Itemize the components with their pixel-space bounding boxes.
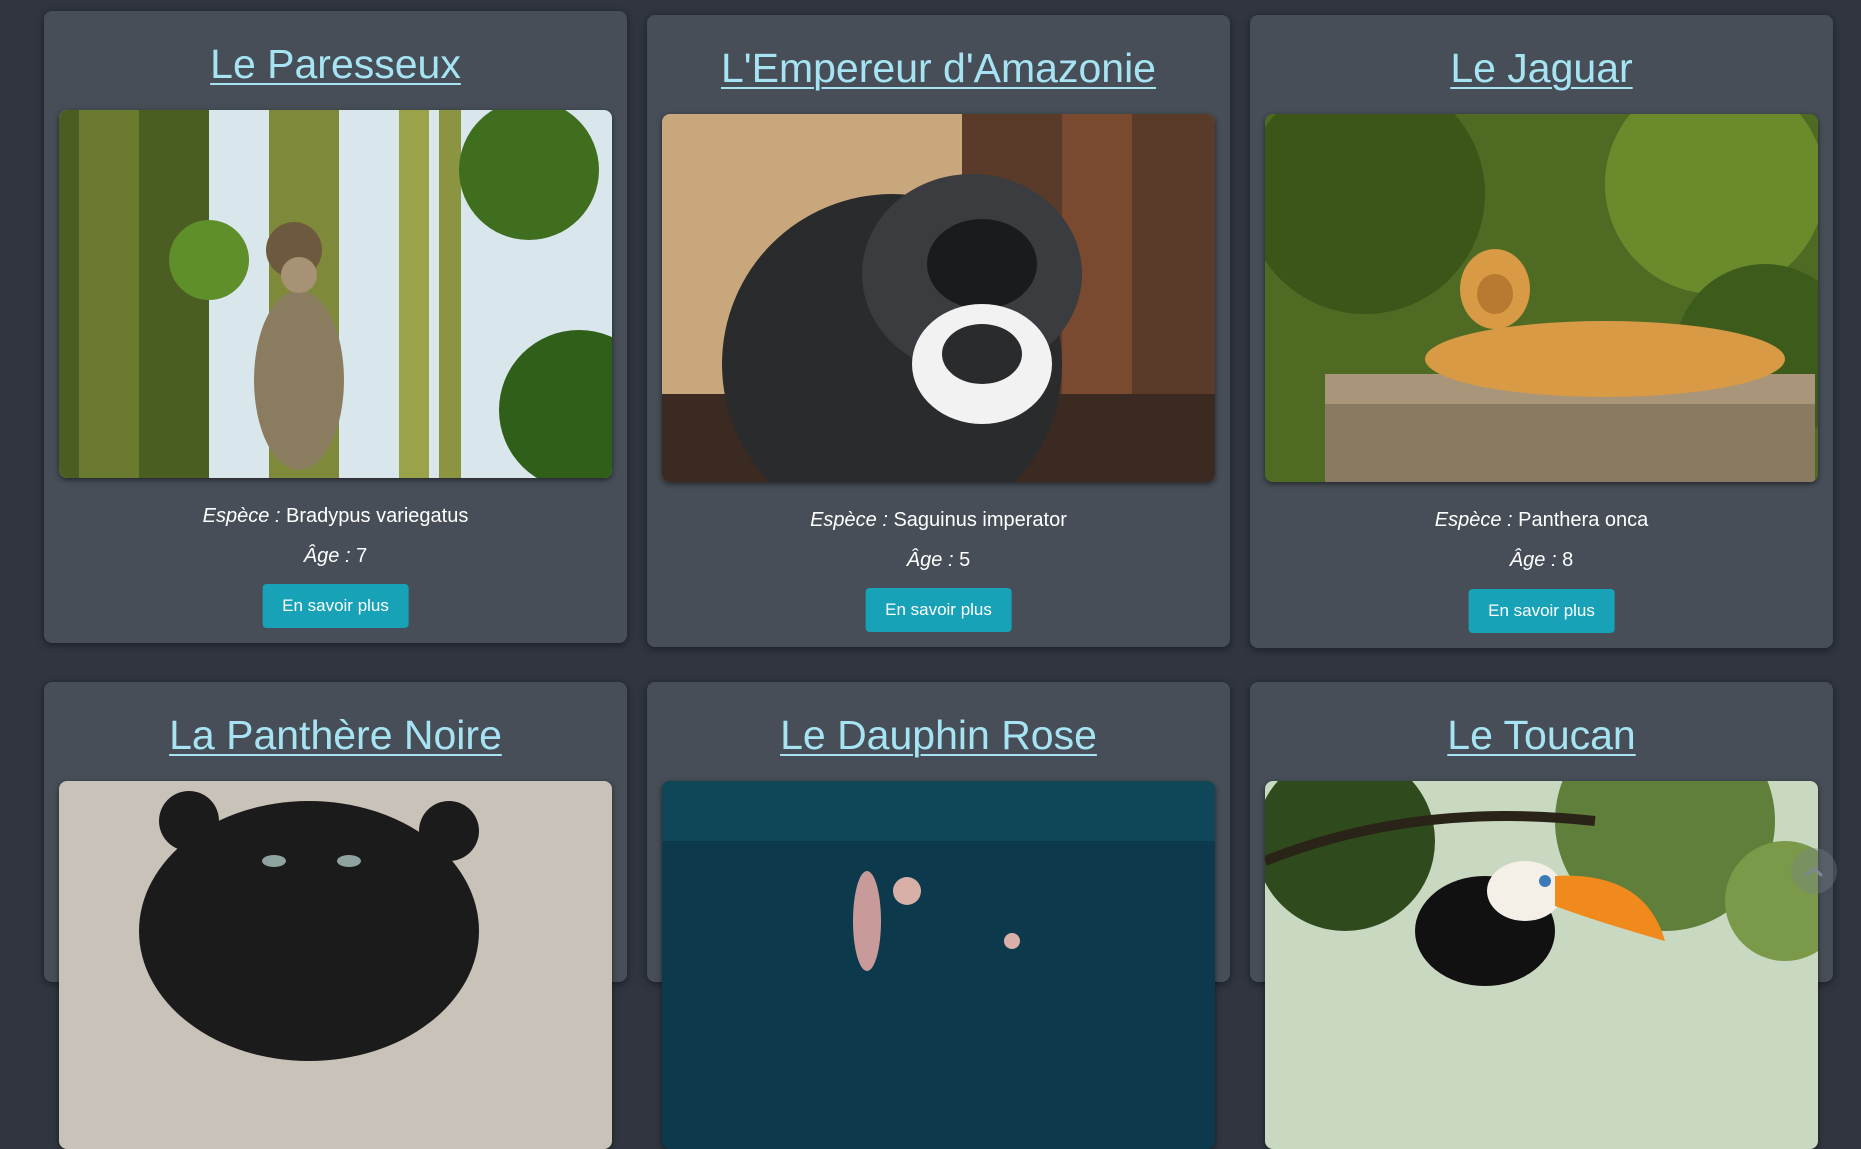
species-label: Espèce : xyxy=(810,509,888,531)
animal-card-jaguar: Le Jaguar Espèce : Panthera onca Âge : 8… xyxy=(1250,15,1833,648)
more-info-button[interactable]: En savoir plus xyxy=(865,588,1012,632)
species-line: Espèce : Bradypus variegatus xyxy=(44,505,627,528)
animal-card-toucan: Le Toucan xyxy=(1250,682,1833,1149)
age-label: Âge : xyxy=(1509,549,1557,571)
card-title-link[interactable]: Le Dauphin Rose xyxy=(780,712,1097,758)
card-title-link[interactable]: Le Jaguar xyxy=(1450,45,1632,91)
age-line: Âge : 8 xyxy=(1250,549,1833,572)
dolphin-photo xyxy=(662,781,1215,1149)
species-label: Espèce : xyxy=(202,505,281,527)
card-title: La Panthère Noire xyxy=(44,715,627,756)
age-line: Âge : 5 xyxy=(647,549,1230,572)
scroll-to-top-button[interactable] xyxy=(1791,848,1837,894)
age-label: Âge : xyxy=(906,549,954,571)
card-title-link[interactable]: Le Toucan xyxy=(1447,712,1635,758)
chevron-up-icon xyxy=(1805,866,1823,877)
card-title-link[interactable]: L'Empereur d'Amazonie xyxy=(721,45,1156,91)
species-value: Saguinus imperator xyxy=(893,509,1067,531)
jaguar-photo xyxy=(1265,114,1818,482)
more-info-button[interactable]: En savoir plus xyxy=(1468,589,1615,633)
card-title: Le Toucan xyxy=(1250,715,1833,756)
animal-card-empereur: L'Empereur d'Amazonie Espèce : Saguinus … xyxy=(647,15,1230,647)
age-label: Âge : xyxy=(303,545,351,567)
card-title-link[interactable]: Le Paresseux xyxy=(210,41,461,87)
card-title: L'Empereur d'Amazonie xyxy=(647,48,1230,89)
card-title-link[interactable]: La Panthère Noire xyxy=(169,712,502,758)
tamarin-photo xyxy=(662,114,1215,482)
animal-card-paresseux: Le Paresseux Espèce : Bradypus variegatu… xyxy=(44,11,627,643)
age-value: 8 xyxy=(1562,549,1574,571)
age-value: 5 xyxy=(959,549,971,571)
card-title: Le Dauphin Rose xyxy=(647,715,1230,756)
more-info-button[interactable]: En savoir plus xyxy=(262,584,409,628)
black-panther-photo xyxy=(59,781,612,1149)
age-value: 7 xyxy=(356,545,368,567)
toucan-photo xyxy=(1265,781,1818,1149)
species-line: Espèce : Panthera onca xyxy=(1250,509,1833,532)
card-title: Le Paresseux xyxy=(44,44,627,85)
species-value: Panthera onca xyxy=(1518,509,1649,531)
animal-card-panthere: La Panthère Noire xyxy=(44,682,627,1149)
card-title: Le Jaguar xyxy=(1250,48,1833,89)
animal-card-dauphin: Le Dauphin Rose xyxy=(647,682,1230,1149)
age-line: Âge : 7 xyxy=(44,545,627,568)
sloth-photo xyxy=(59,110,612,478)
species-line: Espèce : Saguinus imperator xyxy=(647,509,1230,532)
species-value: Bradypus variegatus xyxy=(286,505,469,527)
species-label: Espèce : xyxy=(1434,509,1513,531)
